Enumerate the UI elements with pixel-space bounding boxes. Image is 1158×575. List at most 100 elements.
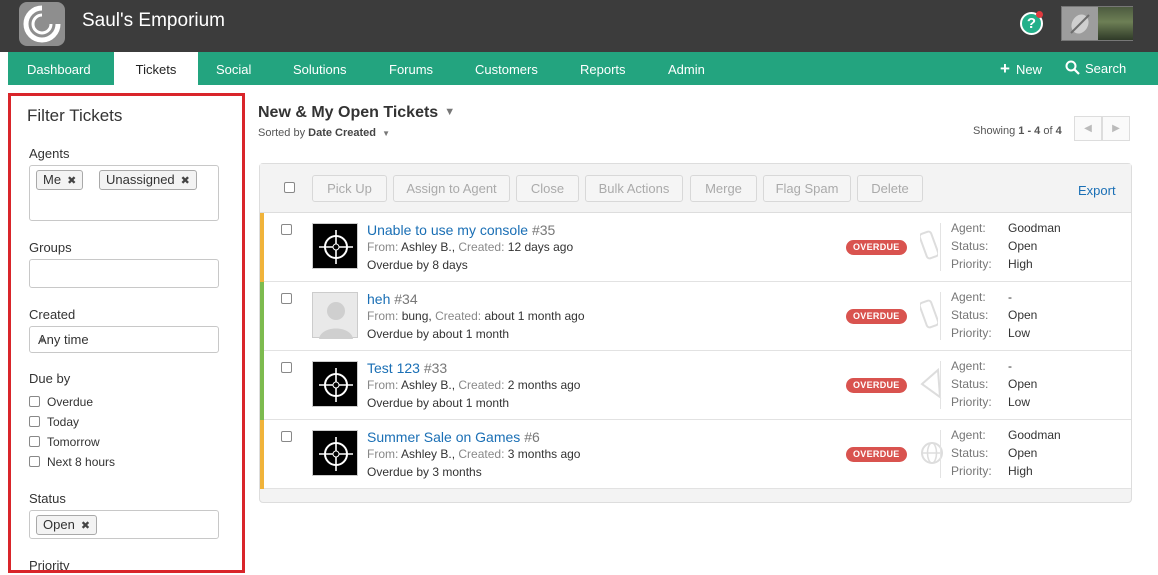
checkbox[interactable] xyxy=(29,456,40,467)
checkbox[interactable] xyxy=(29,416,40,427)
prev-page-button[interactable]: ◀ xyxy=(1074,116,1102,141)
new-button[interactable]: + New xyxy=(1000,52,1042,85)
status-input[interactable]: Open ✖ xyxy=(29,510,219,539)
nav-customers[interactable]: Customers xyxy=(475,52,538,85)
app-logo[interactable] xyxy=(19,2,65,46)
ticket-row[interactable]: Test 123 #33 From: Ashley B., Created: 2 … xyxy=(260,351,1131,420)
overdue-text: Overdue by 8 days xyxy=(367,258,468,272)
nav-social[interactable]: Social xyxy=(216,52,251,85)
nav-tickets[interactable]: Tickets xyxy=(114,52,198,85)
user-menu[interactable] xyxy=(1061,6,1133,41)
agent-tag-label: Me xyxy=(43,172,62,187)
remove-tag-icon[interactable]: ✖ xyxy=(67,175,76,187)
status-value[interactable]: Open xyxy=(1008,308,1037,322)
priority-value[interactable]: High xyxy=(1008,464,1033,478)
checkbox[interactable] xyxy=(29,436,40,447)
nav-reports[interactable]: Reports xyxy=(580,52,626,85)
merge-button[interactable]: Merge xyxy=(690,175,757,202)
delete-button[interactable]: Delete xyxy=(857,175,923,202)
ticket-row[interactable]: Unable to use my console #35 From: Ashley… xyxy=(260,213,1131,282)
export-link[interactable]: Export xyxy=(1078,183,1116,198)
ticket-title-link[interactable]: Test 123 #33 xyxy=(367,360,447,376)
flag-spam-button[interactable]: Flag Spam xyxy=(763,175,851,202)
ticket-row[interactable]: Summer Sale on Games #6 From: Ashley B., … xyxy=(260,420,1131,489)
showing-of: of xyxy=(1043,125,1053,137)
search-label: Search xyxy=(1085,61,1127,76)
ticket-row[interactable]: heh #34 From: bung, Created: about 1 mont… xyxy=(260,282,1131,351)
requester-name[interactable]: Ashley B. xyxy=(401,447,452,461)
from-label: From: xyxy=(367,240,399,254)
top-header: Saul's Emporium ? xyxy=(0,0,1158,52)
priority-value[interactable]: Low xyxy=(1008,395,1030,409)
due-option-today[interactable]: Today xyxy=(29,415,79,429)
due-option-tomorrow[interactable]: Tomorrow xyxy=(29,435,100,449)
list-title[interactable]: New & My Open Tickets ▼ xyxy=(258,104,455,122)
search-button[interactable]: Search xyxy=(1065,52,1126,85)
ticket-title-link[interactable]: Unable to use my console #35 xyxy=(367,222,555,238)
status-value[interactable]: Open xyxy=(1008,239,1037,253)
ticket-number: #6 xyxy=(524,429,540,445)
row-checkbox[interactable] xyxy=(281,224,292,235)
groups-label: Groups xyxy=(29,240,72,255)
status-value[interactable]: Open xyxy=(1008,377,1037,391)
option-label: Overdue xyxy=(47,395,94,409)
created-label: Created: xyxy=(458,240,505,254)
select-all-checkbox[interactable] xyxy=(284,182,295,193)
created-value: 12 days ago xyxy=(507,240,574,254)
nav-solutions[interactable]: Solutions xyxy=(293,52,346,85)
chevron-right-icon: ▶ xyxy=(1112,123,1120,134)
nav-forums[interactable]: Forums xyxy=(389,52,433,85)
row-checkbox[interactable] xyxy=(281,362,292,373)
user-avatar[interactable] xyxy=(1098,7,1133,40)
status-value[interactable]: Open xyxy=(1008,446,1037,460)
pick-up-button[interactable]: Pick Up xyxy=(312,175,387,202)
row-checkbox[interactable] xyxy=(281,293,292,304)
remove-tag-icon[interactable]: ✖ xyxy=(81,520,90,532)
ticket-title-link[interactable]: heh #34 xyxy=(367,291,418,307)
agent-value[interactable]: - xyxy=(1008,359,1012,373)
requester-name[interactable]: Ashley B. xyxy=(401,240,452,254)
requester-avatar[interactable] xyxy=(312,292,358,339)
created-label: Created: xyxy=(458,447,505,461)
new-label: New xyxy=(1015,62,1042,77)
priority-value[interactable]: High xyxy=(1008,257,1033,271)
notification-dot xyxy=(1036,11,1043,18)
agent-value[interactable]: - xyxy=(1008,290,1012,304)
phone-icon xyxy=(918,298,940,335)
ticket-title-link[interactable]: Summer Sale on Games #6 xyxy=(367,429,540,445)
status-label: Status: xyxy=(951,377,989,391)
ticket-meta: From: Ashley B., Created: 12 days ago xyxy=(367,240,574,254)
ticket-title: Unable to use my console xyxy=(367,222,529,238)
close-button[interactable]: Close xyxy=(516,175,579,202)
agent-value[interactable]: Goodman xyxy=(1008,428,1061,442)
row-checkbox[interactable] xyxy=(281,431,292,442)
requester-avatar[interactable] xyxy=(312,430,358,476)
agent-label: Agent: xyxy=(951,359,986,373)
sort-control[interactable]: Sorted by Date Created ▼ xyxy=(258,127,390,139)
nav-admin[interactable]: Admin xyxy=(668,52,705,85)
assign-to-agent-button[interactable]: Assign to Agent xyxy=(393,175,510,202)
created-select[interactable]: Any time ▼ xyxy=(29,326,219,353)
agent-value[interactable]: Goodman xyxy=(1008,221,1061,235)
next-page-button[interactable]: ▶ xyxy=(1102,116,1130,141)
due-option-next-8-hours[interactable]: Next 8 hours xyxy=(29,455,115,469)
requester-name[interactable]: bung xyxy=(402,309,429,323)
remove-tag-icon[interactable]: ✖ xyxy=(181,175,190,187)
nav-dashboard[interactable]: Dashboard xyxy=(27,52,91,85)
sort-prefix: Sorted by xyxy=(258,127,306,139)
ticket-title: Summer Sale on Games xyxy=(367,429,521,445)
logo-swirl-icon xyxy=(23,5,61,43)
requester-name[interactable]: Ashley B. xyxy=(401,378,452,392)
groups-input[interactable] xyxy=(29,259,219,288)
requester-avatar[interactable] xyxy=(312,361,358,407)
bulk-actions-button[interactable]: Bulk Actions xyxy=(585,175,683,202)
option-label: Today xyxy=(47,415,80,429)
priority-label: Priority: xyxy=(951,326,992,340)
requester-avatar[interactable] xyxy=(312,223,358,269)
due-option-overdue[interactable]: Overdue xyxy=(29,395,93,409)
checkbox[interactable] xyxy=(29,396,40,407)
agent-label: Agent: xyxy=(951,290,986,304)
priority-value[interactable]: Low xyxy=(1008,326,1030,340)
ticket-title: heh xyxy=(367,291,391,307)
agents-input[interactable]: Me ✖ Unassigned ✖ xyxy=(29,165,219,221)
